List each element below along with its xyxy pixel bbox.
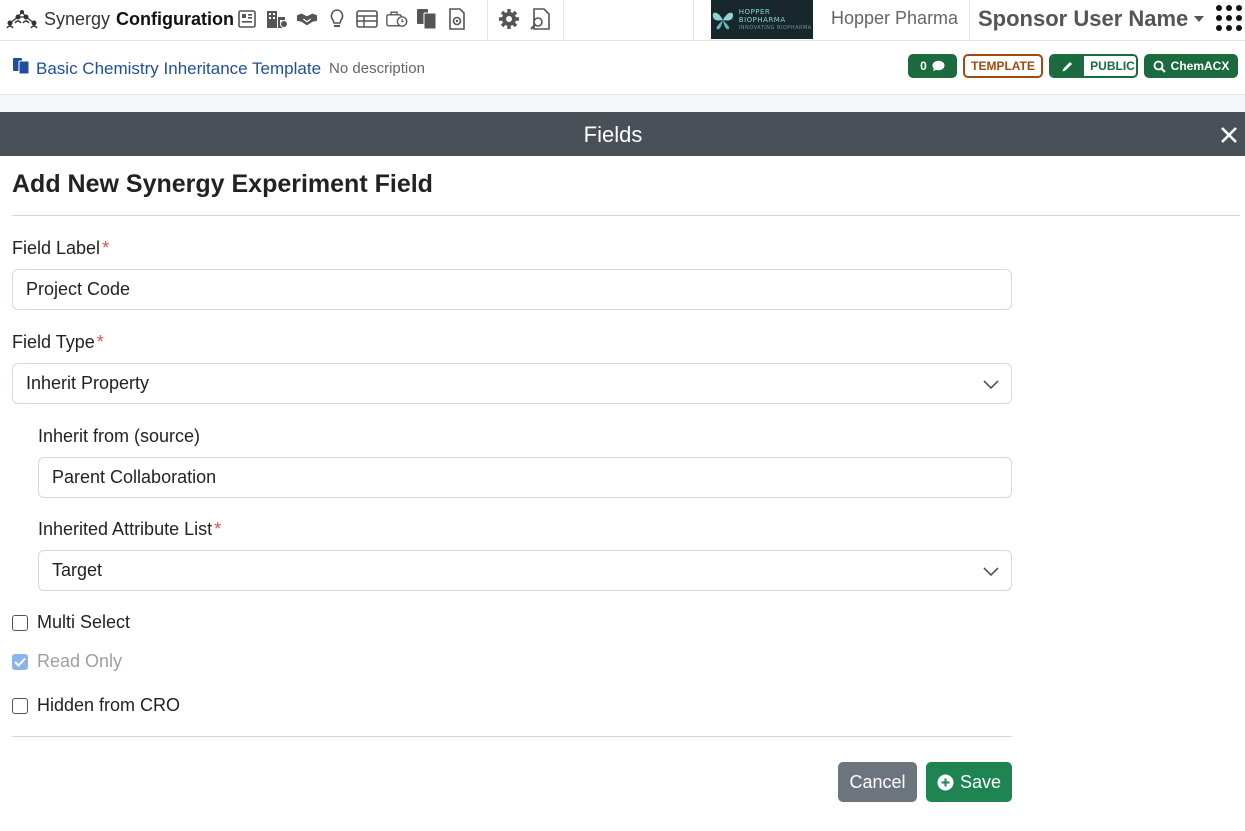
copy-documents-icon[interactable] [416,8,438,30]
pencil-icon[interactable] [1051,56,1084,76]
nav-separator [693,0,694,40]
document-search-icon[interactable] [529,8,551,30]
nav-icon-group [236,6,468,32]
network-nodes-icon [6,9,38,29]
chemacx-button[interactable]: ChemACX [1144,54,1238,78]
cancel-button[interactable]: Cancel [838,762,917,802]
template-title-link[interactable]: Basic Chemistry Inheritance Template [36,59,321,79]
inherit-from-text: Inherit from (source) [38,426,201,446]
read-only-label: Read Only [37,651,123,671]
inherit-from-label: Inherit from (source) [38,426,200,447]
form-footer-divider [12,736,1012,737]
template-badges: 0 TEMPLATE PUBLIC ChemACX [908,54,1238,78]
checkbox-unchecked[interactable] [12,697,28,714]
modal-title: Fields [583,122,643,147]
spacer-band [0,95,1245,112]
handshake-icon[interactable] [296,8,318,30]
app-brand[interactable]: Synergy Configuration [6,6,234,32]
field-type-label: Field Type * [12,332,104,353]
public-label: PUBLIC [1090,59,1135,73]
dashboard-icon[interactable] [236,8,258,30]
butterfly-icon [712,12,734,29]
nav-separator [969,0,970,40]
attribute-list-value: Target [52,560,103,580]
section-name: Configuration [116,8,235,29]
template-description: No description [329,60,425,77]
field-label-label: Field Label * [12,238,109,259]
user-menu-dropdown[interactable]: Sponsor User Name [978,6,1205,32]
field-type-text: Field Type [12,332,95,352]
search-icon [1153,60,1166,73]
document-settings-icon[interactable] [446,8,468,30]
comment-count: 0 [920,59,927,73]
field-type-value: Inherit Property [26,373,150,393]
top-navbar: Synergy Configuration HOPPER BIOPHARMA I… [0,0,1245,41]
save-label: Save [959,771,1002,792]
multi-select-checkbox[interactable]: Multi Select [12,612,130,633]
app-name: Synergy [44,8,111,29]
save-button[interactable]: Save [926,762,1012,802]
public-badge[interactable]: PUBLIC [1049,54,1138,78]
template-title-row: Basic Chemistry Inheritance Template No … [12,57,425,80]
field-label-input[interactable]: Project Code [12,269,1012,310]
plus-circle-icon [937,774,954,790]
user-name: Sponsor User Name [978,6,1189,31]
read-only-checkbox: Read Only [12,651,122,672]
nav-separator [487,0,488,40]
org-logo-line2: INNOVATING BIOPHARMA [738,24,812,31]
attribute-list-select[interactable]: Target [38,550,1012,591]
table-icon[interactable] [356,8,378,30]
nav-separator [563,0,564,40]
nav-icon-group-settings [498,6,551,32]
toolbox-clock-icon[interactable] [386,8,408,30]
required-mark: * [102,238,110,258]
field-type-select[interactable]: Inherit Property [12,363,1012,404]
gear-icon[interactable] [498,8,520,30]
copy-documents-icon [12,57,30,80]
inherit-from-input[interactable]: Parent Collaboration [38,457,1012,498]
form-heading: Add New Synergy Experiment Field [12,170,433,198]
form-divider [12,215,1240,216]
template-badge[interactable]: TEMPLATE [963,54,1043,78]
org-name: Hopper Pharma [831,8,959,28]
attribute-list-label: Inherited Attribute List * [38,519,221,540]
attribute-list-text: Inherited Attribute List [38,519,213,539]
chemacx-label: ChemACX [1170,59,1230,73]
hidden-from-cro-label: Hidden from CRO [37,695,181,715]
comment-icon [932,60,945,71]
org-logo-line1: HOPPER BIOPHARMA [738,7,786,24]
field-label-text: Field Label [12,238,101,258]
required-mark: * [214,519,222,539]
chevron-down-icon [983,380,999,390]
caret-down-icon [1194,16,1205,22]
buildings-icon[interactable] [266,8,288,30]
comments-badge[interactable]: 0 [908,54,957,78]
modal-header: Fields [0,112,1245,156]
template-header: Basic Chemistry Inheritance Template No … [0,41,1245,95]
checkbox-unchecked[interactable] [12,614,28,631]
multi-select-label: Multi Select [37,612,131,632]
apps-grid-icon[interactable] [1216,5,1242,31]
close-icon[interactable] [1219,125,1239,145]
org-logo: HOPPER BIOPHARMA INNOVATING BIOPHARMA [711,0,813,39]
field-label-value: Project Code [26,279,131,299]
chevron-down-icon [983,567,999,577]
hidden-from-cro-checkbox[interactable]: Hidden from CRO [12,695,180,716]
required-mark: * [96,332,104,352]
checkmark-icon [14,657,26,667]
inherit-from-value: Parent Collaboration [52,467,217,487]
lightbulb-icon[interactable] [326,8,348,30]
checkbox-checked [12,653,28,670]
